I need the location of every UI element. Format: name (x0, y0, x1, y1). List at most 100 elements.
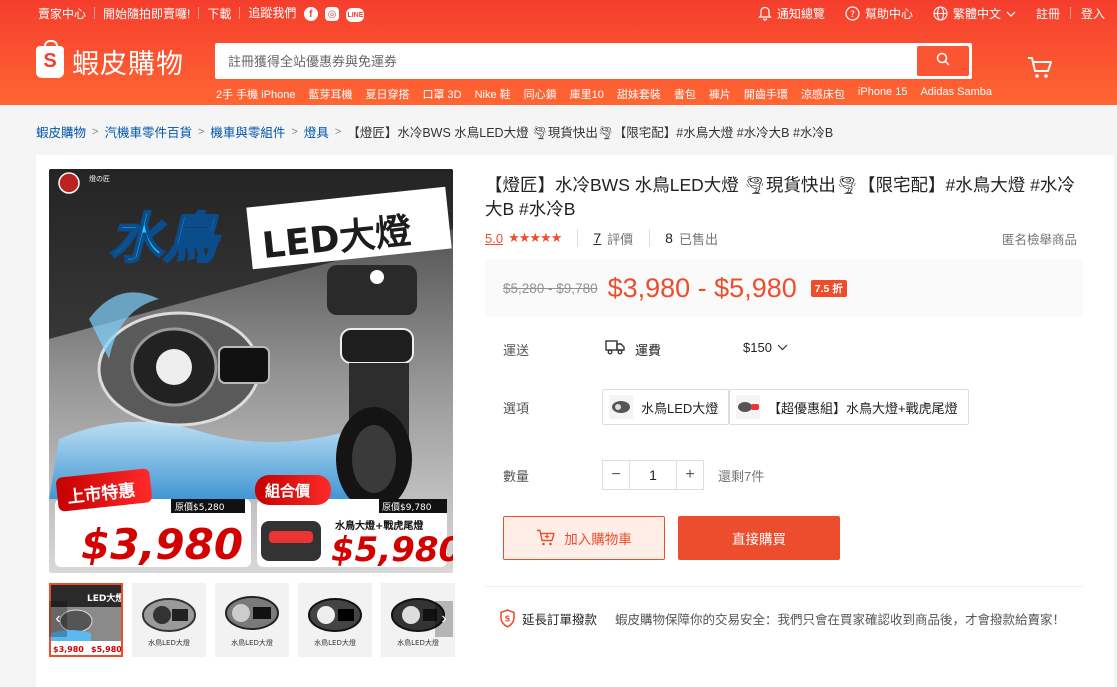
help-icon: ? (845, 5, 860, 21)
svg-text:S: S (505, 615, 511, 624)
facebook-icon[interactable]: f (303, 7, 318, 22)
thumbnail[interactable]: 水鳥LED大燈 (132, 583, 206, 657)
quantity-stepper: − 1 + (602, 460, 704, 490)
divider (577, 229, 579, 247)
option-label: 【超優惠組】水鳥大燈+戰虎尾燈 (768, 400, 958, 416)
quantity-input[interactable]: 1 (630, 460, 676, 490)
buy-now-button[interactable]: 直接購買 (678, 516, 840, 560)
plus-icon: + (685, 466, 695, 483)
breadcrumb-link[interactable]: 燈具 (304, 122, 329, 141)
guarantee-title: 延長訂單撥款 (522, 613, 598, 627)
chevron-right-icon: > (334, 125, 342, 138)
hot-keyword[interactable]: 藍芽耳機 (308, 86, 352, 102)
add-to-cart-button[interactable]: 加入購物車 (503, 516, 665, 560)
cart-icon (1027, 57, 1053, 84)
shipping-label: 運送 (503, 343, 530, 358)
thumbnail[interactable]: 水鳥LED大燈 (298, 583, 372, 657)
site-header: 賣家中心 開始隨拍即賣囉! 下載 追蹤我們 f ◎ LINE 通知總覽 ? 幫助… (0, 0, 1117, 105)
sold-label: 已售出 (678, 231, 718, 247)
headline-blue: 水鳥 (109, 207, 221, 270)
instagram-icon[interactable]: ◎ (325, 7, 340, 22)
search-button[interactable] (917, 46, 969, 76)
breadcrumb-link[interactable]: 蝦皮購物 (36, 122, 86, 141)
start-selling-link[interactable]: 開始隨拍即賣囉! (95, 5, 198, 22)
review-count[interactable]: 7 (593, 230, 601, 246)
shopee-bag-icon: S (36, 39, 64, 78)
product-image-art: 燈の匠 水鳥 LED大燈 上市特惠 組合價 原價$5,280 原價$9,780 … (49, 169, 453, 573)
hot-keyword[interactable]: 口罩 3D (422, 86, 461, 102)
current-price: $3,980 - $5,980 (607, 272, 797, 303)
hot-keyword[interactable]: 2手 手機 iPhone (216, 86, 295, 102)
hot-keyword[interactable]: Adidas Samba (920, 86, 992, 102)
notifications-link[interactable]: 通知總覽 (748, 5, 835, 22)
hot-keyword[interactable]: Nike 鞋 (475, 86, 511, 102)
bell-icon (758, 6, 772, 21)
hot-keyword[interactable]: 褲片 (709, 86, 731, 102)
option-combo[interactable]: 【超優惠組】水鳥大燈+戰虎尾燈 (729, 389, 969, 425)
thumbnail-prev-button[interactable]: ‹ (49, 601, 67, 637)
hot-keywords: 2手 手機 iPhone 藍芽耳機 夏日穿搭 口罩 3D Nike 鞋 同心鎖 … (216, 86, 1005, 102)
seller-center-link[interactable]: 賣家中心 (38, 5, 94, 22)
stock-remaining: 還剩7件 (718, 469, 765, 484)
thumbnail-art: 水鳥LED大燈 (215, 583, 289, 657)
hot-keyword[interactable]: 書包 (674, 86, 696, 102)
svg-text:?: ? (850, 10, 855, 20)
language-selector[interactable]: 繁體中文 (923, 5, 1026, 22)
thumbnail[interactable]: 水鳥LED大燈 (215, 583, 289, 657)
chevron-down-icon (1006, 6, 1016, 20)
shield-icon: S (499, 609, 516, 628)
price-section: $5,280 - $9,780 $3,980 - $5,980 7.5 折 (485, 259, 1083, 317)
hot-keyword[interactable]: 庫里10 (570, 86, 604, 102)
search-icon (936, 52, 950, 71)
hot-keyword[interactable]: iPhone 15 (858, 86, 908, 102)
search-input[interactable] (218, 46, 917, 76)
option-headlight[interactable]: 水鳥LED大燈 (602, 389, 730, 425)
breadcrumb-current: 【燈匠】水冷BWS 水鳥LED大燈 🌪現貨快出🌪【限宅配】#水鳥大燈 #水冷大B… (347, 126, 834, 140)
review-label: 評價 (607, 231, 634, 247)
shopee-guarantee[interactable]: S 延長訂單撥款 蝦皮購物保障你的交易安全：我們只會在買家確認收到商品後，才會撥… (499, 609, 1065, 628)
signup-link[interactable]: 註冊 (1026, 5, 1070, 22)
hot-keyword[interactable]: 涼感床包 (801, 86, 845, 102)
chevron-right-icon: > (92, 125, 99, 138)
shipping-fee-label: 運費 (635, 343, 662, 358)
top-navbar: 賣家中心 開始隨拍即賣囉! 下載 追蹤我們 f ◎ LINE 通知總覽 ? 幫助… (38, 0, 1105, 26)
thumbnail-strip: LED大燈 $3,980 $5,980 水鳥LED大燈 水鳥LED大燈 水鳥LE… (49, 583, 455, 657)
follow-us-label: 追蹤我們 f ◎ LINE (240, 4, 372, 23)
hot-keyword[interactable]: 同心鎖 (524, 86, 557, 102)
follow-us-text: 追蹤我們 (248, 5, 297, 20)
chevron-right-icon: > (291, 125, 298, 138)
report-product-link[interactable]: 匿名檢舉商品 (1002, 229, 1077, 248)
rating-value[interactable]: 5.0 (485, 231, 503, 246)
download-link[interactable]: 下載 (199, 5, 239, 22)
decrease-quantity-button[interactable]: − (602, 460, 630, 490)
truck-icon (605, 339, 625, 360)
add-to-cart-label: 加入購物車 (564, 532, 632, 547)
hero-price-1: $3,980 (81, 520, 243, 569)
chevron-right-icon: > (197, 125, 205, 138)
search-bar (215, 43, 972, 79)
rating-stars-icon: ★★★★★ (508, 230, 562, 245)
increase-quantity-button[interactable]: + (676, 460, 704, 490)
shipping-fee-dropdown[interactable]: $150 (743, 340, 788, 355)
help-center-label: 幫助中心 (864, 6, 913, 21)
help-center-link[interactable]: ? 幫助中心 (835, 5, 923, 22)
line-icon[interactable]: LINE (346, 8, 365, 23)
hot-keyword[interactable]: 甜妹套裝 (617, 86, 661, 102)
breadcrumb-link[interactable]: 汽機車零件百貨 (104, 122, 192, 141)
product-title: 【燈匠】水冷BWS 水鳥LED大燈 🌪現貨快出🌪【限宅配】#水鳥大燈 #水冷大B… (485, 175, 1075, 219)
options-label: 選項 (503, 401, 530, 416)
option-thumbnail (736, 395, 760, 419)
guarantee-text: 蝦皮購物保障你的交易安全：我們只會在買家確認收到商品後，才會撥款給賣家！ (615, 613, 1066, 627)
product-main-image[interactable]: 燈の匠 水鳥 LED大燈 上市特惠 組合價 原價$5,280 原價$9,780 … (49, 169, 453, 573)
breadcrumb-link[interactable]: 機車與零組件 (210, 122, 285, 141)
hot-keyword[interactable]: 夏日穿搭 (365, 86, 409, 102)
product-card: 燈の匠 水鳥 LED大燈 上市特惠 組合價 原價$5,280 原價$9,780 … (36, 155, 1114, 687)
discount-badge: 7.5 折 (810, 279, 847, 297)
cart-button[interactable] (1027, 56, 1053, 85)
hot-keyword[interactable]: 開齒手環 (744, 86, 788, 102)
combo-badge: 組合價 (265, 482, 311, 500)
shopee-logo[interactable]: S 蝦皮購物 (36, 39, 184, 81)
thumbnail-next-button[interactable]: › (435, 601, 453, 637)
thumbnail-caption: 水鳥LED大燈 (314, 638, 356, 647)
login-link[interactable]: 登入 (1071, 5, 1105, 22)
